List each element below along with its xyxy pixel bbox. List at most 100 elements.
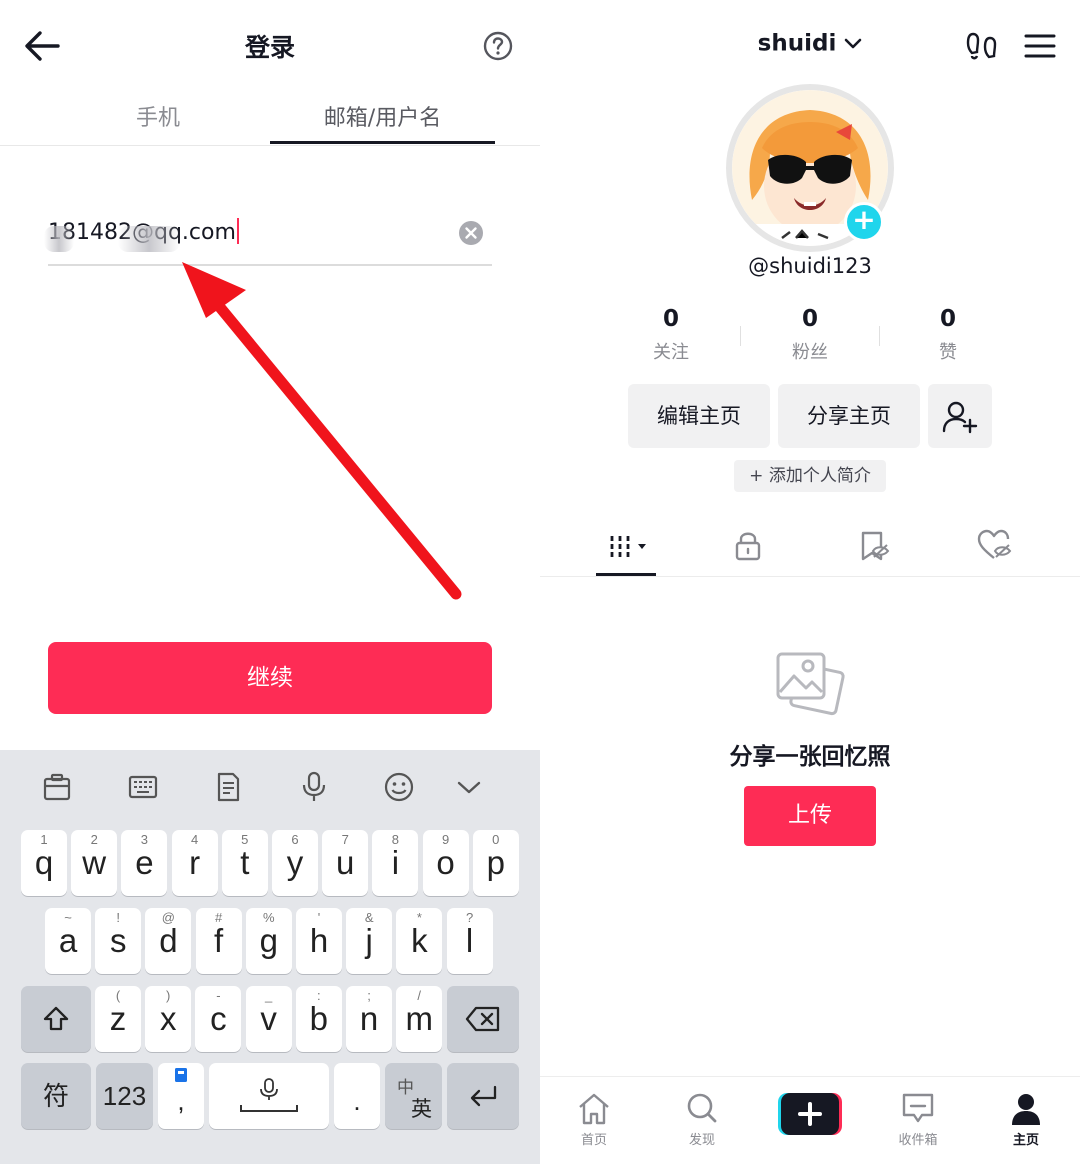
bottom-nav: 首页 发现 收件箱 主页 — [540, 1076, 1080, 1164]
help-icon[interactable] — [482, 30, 514, 62]
key-primary-label: q — [34, 844, 54, 881]
home-icon — [579, 1093, 609, 1125]
tab-phone[interactable]: 手机 — [48, 100, 268, 132]
soft-keyboard: 1q2w3e4r5t6y7u8i9o0p ~ a! s @ d # f% g ' h & j * k? l … — [0, 750, 540, 1164]
clear-input-icon[interactable] — [458, 220, 484, 246]
key-o[interactable]: 9o — [422, 830, 469, 896]
key-u[interactable]: 7u — [322, 830, 369, 896]
followers-stat[interactable]: 0 粉丝 — [750, 306, 870, 364]
nav-home[interactable]: 首页 — [554, 1091, 634, 1148]
key-k[interactable]: * k — [396, 908, 443, 974]
tab-favorites[interactable] — [856, 528, 896, 564]
backspace-key[interactable] — [447, 986, 519, 1052]
empty-state-text: 分享一张回忆照 — [729, 744, 891, 770]
key-l[interactable]: ? l — [446, 908, 493, 974]
stat-divider — [740, 326, 741, 346]
key-a[interactable]: ~ a — [45, 908, 91, 974]
key-p[interactable]: 0p — [472, 830, 519, 896]
shift-key[interactable] — [21, 986, 91, 1052]
profile-handle: @shuidi123 — [748, 254, 872, 278]
period-key[interactable]: . — [334, 1063, 380, 1129]
tab-email-username[interactable]: 邮箱/用户名 — [270, 100, 495, 132]
emoji-icon[interactable] — [382, 770, 416, 804]
likes-count: 0 — [939, 306, 956, 332]
hide-keyboard-chevron-icon[interactable] — [452, 770, 486, 804]
key-z[interactable]: (z — [95, 986, 141, 1052]
menu-icon[interactable] — [1022, 28, 1058, 64]
key-h[interactable]: ' h — [296, 908, 342, 974]
key-s[interactable]: ! s — [95, 908, 142, 974]
symbol-key[interactable]: 符 — [21, 1063, 91, 1129]
email-field[interactable]: 181482@qq.com — [44, 208, 492, 266]
text-caret — [236, 218, 239, 244]
following-stat[interactable]: 0 关注 — [611, 306, 731, 364]
notes-icon[interactable] — [211, 770, 245, 804]
key-primary-label: v — [260, 1000, 277, 1037]
key-m[interactable]: / m — [396, 986, 443, 1052]
person-icon — [1012, 1094, 1040, 1125]
tab-private[interactable] — [730, 528, 770, 564]
key-primary-label: c — [210, 1000, 227, 1037]
key-primary-label: h — [309, 922, 329, 959]
share-profile-button[interactable]: 分享主页 — [778, 384, 920, 448]
keyboard-layout-icon[interactable] — [126, 770, 160, 804]
likes-label: 赞 — [939, 342, 957, 363]
key-v[interactable]: _ v — [245, 986, 292, 1052]
backspace-icon — [465, 1006, 500, 1032]
key-i[interactable]: 8i — [372, 830, 419, 896]
add-friend-button[interactable] — [928, 384, 992, 448]
key-primary-label: m — [405, 1000, 433, 1037]
language-switch-key[interactable]: 中 英 — [385, 1063, 442, 1129]
key-d[interactable]: @ d — [145, 908, 192, 974]
login-header: 登录 — [0, 0, 540, 92]
microphone-icon[interactable] — [297, 770, 331, 804]
continue-button[interactable]: 继续 — [48, 642, 492, 714]
nav-profile[interactable]: 主页 — [986, 1091, 1066, 1148]
number-key[interactable]: 123 — [96, 1063, 153, 1129]
edit-profile-button[interactable]: 编辑主页 — [628, 384, 770, 448]
key-w[interactable]: 2w — [71, 830, 118, 896]
key-y[interactable]: 6y — [272, 830, 318, 896]
nav-inbox[interactable]: 收件箱 — [878, 1091, 958, 1148]
inbox-icon — [902, 1093, 934, 1123]
footprints-icon[interactable] — [964, 28, 1000, 64]
page-title: 登录 — [244, 33, 295, 62]
upload-button[interactable]: 上传 — [744, 786, 876, 846]
key-b[interactable]: :b — [295, 986, 342, 1052]
comma-key[interactable]: , — [158, 1063, 204, 1129]
key-primary-label: b — [309, 1000, 328, 1037]
search-icon — [687, 1093, 717, 1123]
key-primary-label: s — [109, 922, 127, 959]
tab-videos[interactable] — [608, 528, 648, 564]
key-primary-label: j — [365, 922, 373, 959]
heart-hidden-icon — [977, 529, 1012, 559]
key-x[interactable]: ) x — [145, 986, 192, 1052]
space-key[interactable] — [209, 1063, 329, 1129]
key-g[interactable]: % g — [245, 908, 292, 974]
key-f[interactable]: # f — [195, 908, 242, 974]
nav-discover[interactable]: 发现 — [662, 1091, 742, 1148]
add-person-icon — [942, 401, 978, 434]
likes-stat[interactable]: 0 赞 — [888, 306, 1008, 364]
lock-icon — [735, 532, 761, 561]
key-primary-label: l — [465, 922, 474, 959]
key-c[interactable]: -c — [195, 986, 242, 1052]
add-bio-button[interactable]: + 添加个人简介 — [734, 460, 886, 492]
tab-liked[interactable] — [976, 528, 1016, 564]
add-avatar-button[interactable]: + — [844, 202, 884, 242]
key-primary-label: r — [189, 844, 201, 881]
key-j[interactable]: & j — [346, 908, 393, 974]
key-t[interactable]: 5t — [221, 830, 268, 896]
following-label: 关注 — [653, 342, 689, 363]
redaction-blur — [44, 226, 74, 252]
clipboard-icon[interactable] — [40, 770, 74, 804]
enter-arrow-icon — [470, 1085, 497, 1107]
create-plus-icon[interactable] — [778, 1093, 842, 1135]
login-screen: 登录 手机 邮箱/用户名 181482@qq.com 继续 1 q 2 w 3 … — [0, 0, 540, 1164]
key-e[interactable]: 3e — [121, 830, 168, 896]
key-q[interactable]: 1q — [21, 830, 67, 896]
bookmark-hidden-icon — [861, 531, 890, 561]
enter-key[interactable] — [447, 1063, 519, 1129]
key-n[interactable]: ; n — [346, 986, 392, 1052]
key-r[interactable]: 4r — [171, 830, 218, 896]
